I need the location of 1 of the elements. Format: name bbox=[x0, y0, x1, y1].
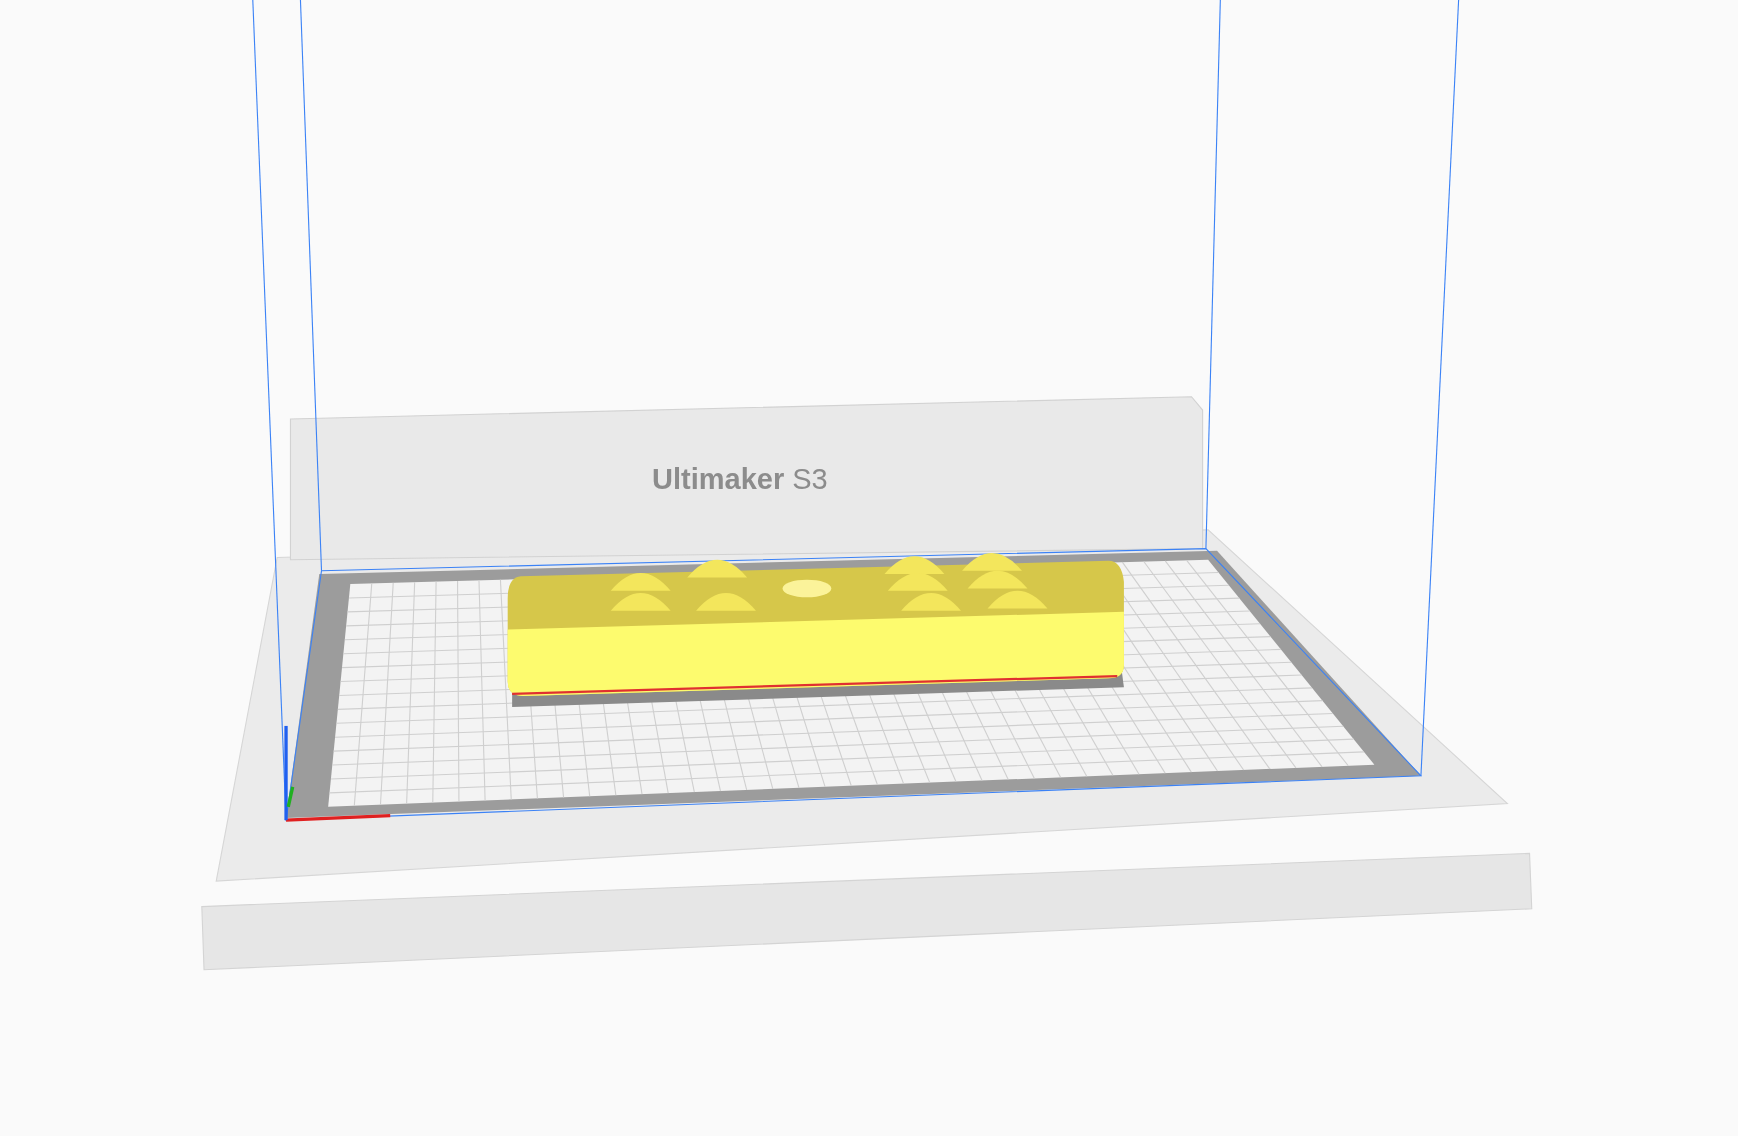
printer-label: Ultimaker S3 bbox=[652, 462, 828, 497]
